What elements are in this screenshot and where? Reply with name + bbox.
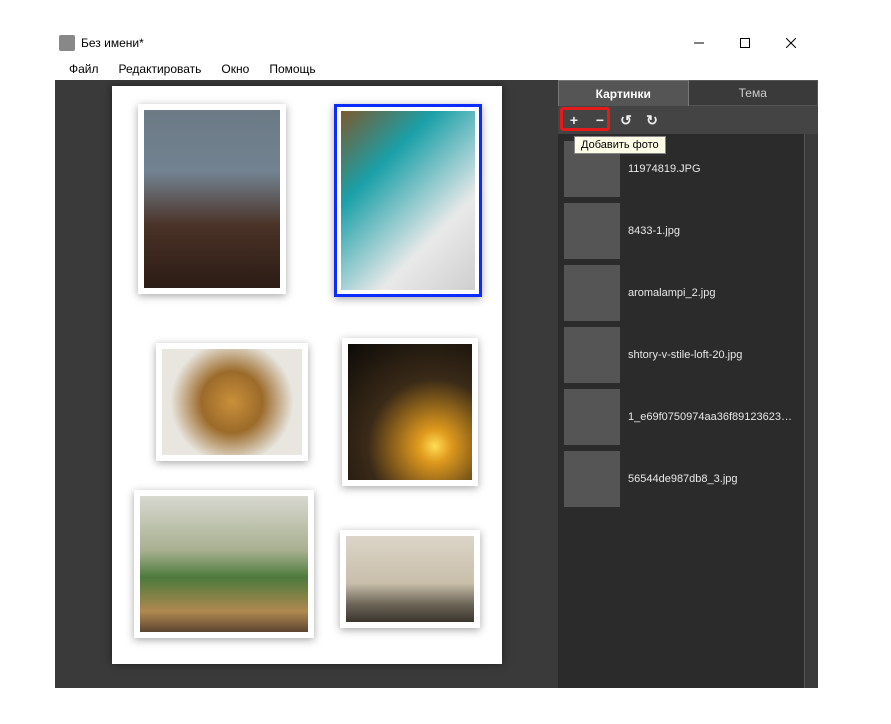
collage-image-6 [346,536,474,622]
thumbnail-filename: 56544de987db8_3.jpg [628,473,738,485]
collage-frame-5[interactable] [134,490,314,638]
side-panel: Картинки Тема + − ↺ ↻ Добавить фото [558,80,818,688]
collage-frame-6[interactable] [340,530,480,628]
maximize-button[interactable] [722,29,768,57]
add-photo-tooltip: Добавить фото [574,136,666,154]
thumbnail-filename: 8433-1.jpg [628,225,680,237]
collage-frame-3[interactable] [156,343,308,461]
main-area: Картинки Тема + − ↺ ↻ Добавить фото [55,80,818,688]
rotate-right-button[interactable]: ↻ [640,109,664,131]
thumbnail-image [564,265,620,321]
collage-image-3 [162,349,302,455]
canvas-area[interactable] [55,80,558,688]
minus-icon: − [596,112,604,128]
menu-help[interactable]: Помощь [261,60,323,78]
collage-frame-4[interactable] [342,338,478,486]
remove-photo-button[interactable]: − [588,109,612,131]
side-tabs: Картинки Тема [558,80,818,106]
collage-image-2 [341,111,475,290]
maximize-icon [740,38,750,48]
collage-frame-1[interactable] [138,104,286,294]
collage-frame-2-selected[interactable] [334,104,482,297]
tab-pictures[interactable]: Картинки [558,80,689,106]
thumbnail-list[interactable]: 11974819.JPG 8433-1.jpg aromalampi_2.jpgsh… [558,134,804,688]
title-bar: Без имени* [55,28,818,58]
collage-page[interactable] [112,86,502,664]
collage-image-5 [140,496,308,632]
thumbnail-scrollbar[interactable] [804,134,818,688]
collage-image-1 [144,110,280,288]
thumbnail-item[interactable]: shtory-v-stile-loft-20.jpg [560,324,802,386]
thumbnail-filename: 1_e69f0750974aa36f891236238e29 [628,411,798,423]
menu-edit[interactable]: Редактировать [111,60,210,78]
window-controls [676,29,814,57]
menu-window[interactable]: Окно [213,60,257,78]
tab-theme[interactable]: Тема [689,80,819,106]
menu-file[interactable]: Файл [61,60,107,78]
menu-bar: Файл Редактировать Окно Помощь [55,58,818,80]
thumbnail-image [564,389,620,445]
close-icon [786,38,796,48]
thumbnail-filename: aromalampi_2.jpg [628,287,715,299]
window-title: Без имени* [81,36,676,50]
app-icon [59,35,75,51]
app-window: Без имени* Файл Редактировать Окно Помощ… [55,28,818,688]
thumbnail-filename: shtory-v-stile-loft-20.jpg [628,349,742,361]
thumbnail-filename: 11974819.JPG [628,163,701,175]
thumbnail-item[interactable]: 1_e69f0750974aa36f891236238e29 [560,386,802,448]
minimize-icon [694,38,704,48]
add-photo-button[interactable]: + [562,109,586,131]
minimize-button[interactable] [676,29,722,57]
thumbnail-item[interactable]: aromalampi_2.jpg [560,262,802,324]
collage-image-4 [348,344,472,480]
pictures-toolbar: + − ↺ ↻ Добавить фото [558,106,818,134]
rotate-left-button[interactable]: ↺ [614,109,638,131]
thumbnail-image [564,203,620,259]
thumbnail-item[interactable]: 56544de987db8_3.jpg [560,448,802,510]
thumbnail-item[interactable]: 8433-1.jpg [560,200,802,262]
rotate-right-icon: ↻ [646,112,658,129]
plus-icon: + [570,112,578,128]
rotate-left-icon: ↺ [620,112,632,129]
close-button[interactable] [768,29,814,57]
thumbnail-image [564,327,620,383]
thumbnail-image [564,451,620,507]
